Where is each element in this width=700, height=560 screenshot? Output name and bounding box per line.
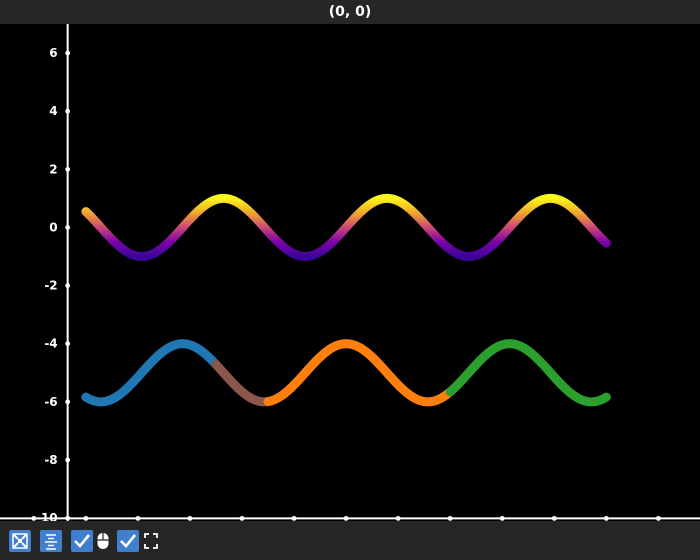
y-tick-label: -8 — [44, 453, 57, 467]
window-title: (0, 0) — [0, 0, 700, 24]
y-tick-label: 0 — [49, 220, 57, 234]
line-chart[interactable]: -12-10-8-6-4-20246810126420-2-4-6-8-10 — [0, 24, 700, 521]
y-tick-mark — [65, 515, 71, 521]
auto-fit-button[interactable] — [9, 530, 31, 552]
y-tick-label: 6 — [49, 46, 57, 60]
y-tick-label: 4 — [49, 104, 57, 118]
y-tick-mark — [65, 166, 71, 172]
fullscreen-icon — [143, 530, 159, 552]
y-tick-mark — [65, 283, 71, 288]
align-icon — [45, 534, 57, 550]
y-tick-label: -2 — [44, 279, 57, 293]
y-tick-mark — [65, 225, 71, 230]
y-tick-label: -4 — [44, 337, 57, 351]
y-tick-label: -6 — [44, 395, 57, 409]
series-cosine-segment-3 — [263, 339, 455, 407]
series-cosine-segment-4 — [445, 339, 611, 407]
equal-axes-button[interactable] — [40, 530, 62, 552]
y-tick-mark — [65, 457, 71, 463]
y-tick-label: -10 — [36, 511, 58, 521]
crosshair-checkbox[interactable] — [117, 530, 139, 552]
series-cosine-segment-2 — [211, 360, 273, 407]
y-tick-label: 2 — [49, 162, 57, 176]
series-sine-line — [81, 193, 611, 262]
y-tick-mark — [65, 399, 71, 405]
series-cosine-segment-1 — [81, 339, 221, 407]
toolbar — [0, 521, 700, 560]
auto-fit-icon — [12, 533, 28, 549]
mouse-interaction-checkbox[interactable] — [71, 530, 93, 552]
mouse-icon — [96, 530, 110, 552]
plot-area[interactable]: -12-10-8-6-4-20246810126420-2-4-6-8-10 — [0, 24, 700, 521]
y-tick-mark — [65, 50, 71, 56]
y-tick-mark — [65, 341, 71, 347]
y-tick-mark — [65, 108, 71, 114]
check-icon — [120, 534, 137, 548]
check-icon — [74, 534, 91, 548]
